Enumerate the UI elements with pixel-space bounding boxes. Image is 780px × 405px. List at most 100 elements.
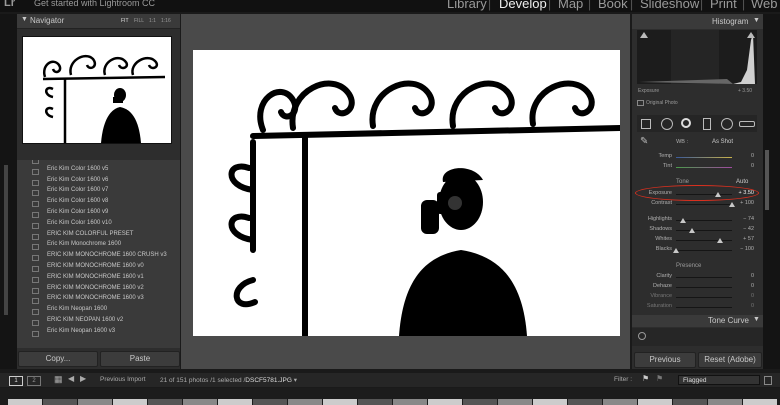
highlights-value[interactable]: − 74 bbox=[730, 216, 754, 222]
preset-item[interactable]: ERIC KIM COLORFUL PRESET bbox=[47, 231, 133, 237]
preset-item[interactable]: Eric Kim Color 1600 v6 bbox=[47, 177, 108, 183]
previous-button[interactable]: Previous bbox=[634, 352, 696, 368]
forward-arrow-icon[interactable]: ▶ bbox=[80, 374, 86, 383]
crop-tool-icon[interactable] bbox=[641, 119, 651, 129]
navigator-header[interactable]: ▼ Navigator FIT FILL 1:1 1:16 bbox=[17, 14, 180, 29]
radial-filter-icon[interactable] bbox=[721, 118, 733, 130]
main-window-button[interactable]: 1 bbox=[9, 376, 23, 386]
filmstrip-thumbnail[interactable] bbox=[288, 399, 322, 405]
navigator-preview[interactable] bbox=[22, 36, 172, 144]
main-photo[interactable] bbox=[193, 50, 620, 336]
preset-item[interactable]: ERIC KIM MONOCHROME 1600 v3 bbox=[47, 295, 144, 301]
saturation-value[interactable]: 0 bbox=[730, 303, 754, 309]
paste-button[interactable]: Paste bbox=[100, 351, 180, 367]
navigator-fit[interactable]: FIT bbox=[121, 18, 129, 24]
collapse-triangle-icon[interactable]: ▼ bbox=[753, 316, 760, 323]
filmstrip-thumbnail[interactable] bbox=[393, 399, 427, 405]
filmstrip-thumbnail[interactable] bbox=[498, 399, 532, 405]
vibrance-value[interactable]: 0 bbox=[730, 293, 754, 299]
right-panel-scrollbar[interactable] bbox=[765, 150, 769, 210]
flag-filter-icon[interactable]: ⚑ bbox=[656, 374, 663, 383]
filmstrip-thumbnail[interactable] bbox=[638, 399, 672, 405]
preset-item[interactable]: Eric Kim Color 1600 v5 bbox=[47, 166, 108, 172]
preset-item[interactable]: Eric Kim Monochrome 1600 bbox=[47, 241, 121, 247]
filmstrip-thumbnail[interactable] bbox=[603, 399, 637, 405]
graduated-filter-icon[interactable] bbox=[703, 118, 711, 130]
whites-value[interactable]: + 57 bbox=[730, 236, 754, 242]
filmstrip-thumbnail[interactable] bbox=[8, 399, 42, 405]
preset-item[interactable]: Eric Kim Neopan 1600 v3 bbox=[47, 328, 115, 334]
module-slideshow[interactable]: Slideshow bbox=[640, 0, 699, 11]
module-print[interactable]: Print bbox=[710, 0, 737, 11]
navigator-fill[interactable]: FILL bbox=[134, 18, 144, 24]
module-web[interactable]: Web bbox=[751, 0, 778, 11]
filmstrip-thumbnail[interactable] bbox=[568, 399, 602, 405]
original-photo-checkbox[interactable] bbox=[637, 100, 644, 106]
filmstrip-thumbnail[interactable] bbox=[673, 399, 707, 405]
module-develop[interactable]: Develop bbox=[499, 0, 547, 11]
shadows-slider-track[interactable] bbox=[676, 230, 732, 231]
filmstrip-thumbnail[interactable] bbox=[43, 399, 77, 405]
preset-item[interactable]: ERIC KIM MONOCHROME 1600 v1 bbox=[47, 274, 144, 280]
reset-adobe-button[interactable]: Reset (Adobe) bbox=[698, 352, 762, 368]
filmstrip-thumbnail[interactable] bbox=[323, 399, 357, 405]
preset-item[interactable]: Eric Kim Color 1600 v10 bbox=[47, 220, 112, 226]
filmstrip-thumbnail[interactable] bbox=[463, 399, 497, 405]
flag-filter-icon[interactable]: ⚑ bbox=[642, 374, 649, 383]
filter-dropdown[interactable]: Flagged bbox=[678, 375, 760, 385]
source-label[interactable]: Previous Import bbox=[100, 376, 146, 383]
clarity-slider-track[interactable] bbox=[676, 277, 732, 278]
preset-item[interactable]: ERIC KIM MONOCHROME 1600 v0 bbox=[47, 263, 144, 269]
temp-value[interactable]: 0 bbox=[730, 153, 754, 159]
whites-slider-knob[interactable] bbox=[716, 238, 723, 243]
left-panel-scrollbar[interactable] bbox=[4, 165, 8, 315]
histogram-header[interactable]: Histogram ▼ bbox=[632, 14, 763, 29]
filmstrip-thumbnail[interactable] bbox=[428, 399, 462, 405]
tint-slider-track[interactable] bbox=[676, 167, 732, 168]
blacks-slider-track[interactable] bbox=[676, 250, 732, 251]
preset-item[interactable]: ERIC KIM NEOPAN 1600 v2 bbox=[47, 317, 123, 323]
shadows-slider-knob[interactable] bbox=[689, 228, 696, 233]
adjustment-brush-icon[interactable] bbox=[739, 121, 755, 127]
preset-item[interactable]: Eric Kim Neopan 1600 bbox=[47, 306, 107, 312]
collapse-triangle-icon[interactable]: ▼ bbox=[753, 17, 760, 24]
filmstrip-thumbnail[interactable] bbox=[113, 399, 147, 405]
contrast-slider-track[interactable] bbox=[676, 204, 732, 205]
tint-value[interactable]: 0 bbox=[730, 163, 754, 169]
module-map[interactable]: Map bbox=[558, 0, 583, 11]
tone-auto-button[interactable]: Auto bbox=[736, 179, 748, 185]
contrast-value[interactable]: + 100 bbox=[730, 200, 754, 206]
filmstrip-thumbnail[interactable] bbox=[148, 399, 182, 405]
module-book[interactable]: Book bbox=[598, 0, 628, 11]
navigator-1-1[interactable]: 1:1 bbox=[149, 18, 156, 24]
preset-item[interactable]: Eric Kim Color 1600 v7 bbox=[47, 187, 108, 193]
grid-view-icon[interactable]: ▦ bbox=[54, 374, 63, 385]
wb-value[interactable]: As Shot bbox=[712, 139, 733, 145]
preset-item[interactable]: Eric Kim Color 1600 v8 bbox=[47, 198, 108, 204]
tone-curve-header[interactable]: Tone Curve ▼ bbox=[632, 315, 763, 327]
dehaze-value[interactable]: 0 bbox=[730, 283, 754, 289]
whites-slider-track[interactable] bbox=[676, 240, 732, 241]
preset-item[interactable]: Eric Kim Color 1600 v9 bbox=[47, 209, 108, 215]
saturation-slider-track[interactable] bbox=[676, 307, 732, 308]
preset-item[interactable]: ERIC KIM MONOCHROME 1600 CRUSH v3 bbox=[47, 252, 167, 258]
dehaze-slider-track[interactable] bbox=[676, 287, 732, 288]
module-library[interactable]: Library bbox=[447, 0, 487, 11]
filmstrip-thumbnail[interactable] bbox=[358, 399, 392, 405]
back-arrow-icon[interactable]: ◀ bbox=[68, 374, 74, 383]
collapse-triangle-icon[interactable]: ▼ bbox=[21, 16, 28, 23]
highlights-slider-knob[interactable] bbox=[680, 218, 687, 223]
spot-removal-icon[interactable] bbox=[661, 118, 673, 130]
temp-slider-track[interactable] bbox=[676, 157, 732, 158]
copy-button[interactable]: Copy... bbox=[18, 351, 98, 367]
red-eye-icon[interactable] bbox=[681, 118, 691, 128]
blacks-slider-knob[interactable] bbox=[673, 248, 679, 253]
preset-item[interactable]: ERIC KIM MONOCHROME 1600 v2 bbox=[47, 285, 144, 291]
presets-list[interactable]: Eric Kim Color 1600 v4 Eric Kim Color 160… bbox=[17, 160, 180, 348]
filmstrip[interactable] bbox=[0, 388, 780, 405]
shadows-value[interactable]: − 42 bbox=[730, 226, 754, 232]
filter-lock-icon[interactable] bbox=[764, 376, 772, 385]
filmstrip-thumbnail[interactable] bbox=[743, 399, 777, 405]
vibrance-slider-track[interactable] bbox=[676, 297, 732, 298]
filmstrip-thumbnail[interactable] bbox=[253, 399, 287, 405]
